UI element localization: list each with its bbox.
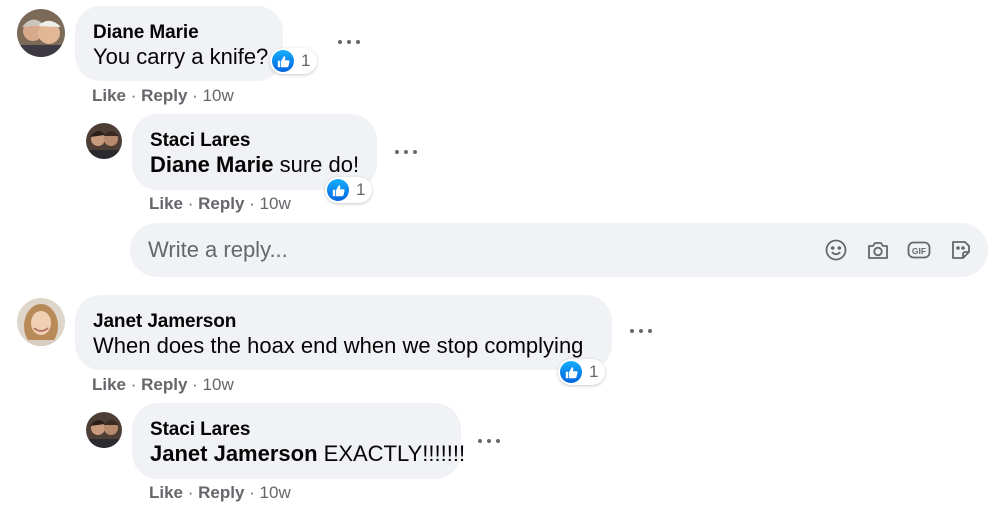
separator: · [187,375,203,394]
svg-text:GIF: GIF [912,246,926,256]
like-link[interactable]: Like [92,86,126,105]
timestamp[interactable]: 10w [203,375,234,394]
thumbs-up-icon [560,361,582,383]
avatar-staci-lares[interactable] [86,412,122,448]
timestamp[interactable]: 10w [203,86,234,105]
comment-bubble: Diane Marie You carry a knife? [75,6,283,81]
separator: · [126,86,142,105]
reply-actions: Like · Reply · 10w [149,194,291,214]
reply-actions: Like · Reply · 10w [149,483,291,503]
reply-body: sure do! [273,152,360,177]
comment-text: You carry a knife? [93,44,269,69]
reaction-count: 1 [301,51,311,70]
reaction-badge[interactable]: 1 [558,359,606,385]
timestamp[interactable]: 10w [260,483,291,502]
comment-author[interactable]: Janet Jamerson [93,311,236,333]
gif-icon[interactable]: GIF [907,238,931,262]
more-options-icon[interactable] [391,142,421,162]
comment-bubble: Janet Jamerson When does the hoax end wh… [75,295,612,370]
reaction-badge[interactable]: 1 [325,177,373,203]
separator: · [244,483,260,502]
avatar-staci-lares[interactable] [86,123,122,159]
reply-text: Janet Jamerson EXACTLY!!!!!!! [150,441,465,467]
timestamp[interactable]: 10w [260,194,291,213]
separator: · [126,375,142,394]
reply-link[interactable]: Reply [198,483,244,502]
separator: · [183,483,199,502]
comment-text: When does the hoax end when we stop comp… [93,333,584,358]
reaction-count: 1 [356,180,366,199]
more-options-icon[interactable] [474,431,504,451]
avatar-janet-jamerson[interactable] [17,298,65,346]
reply-body: EXACTLY!!!!!!! [317,441,466,466]
comment-actions: Like · Reply · 10w [92,86,234,106]
mention-link[interactable]: Diane Marie [150,152,274,177]
separator: · [244,194,260,213]
avatar-diane-marie[interactable] [17,9,65,57]
reaction-badge[interactable]: 1 [270,48,318,74]
emoji-icon[interactable] [824,238,848,262]
reply-link[interactable]: Reply [141,375,187,394]
like-link[interactable]: Like [149,483,183,502]
reply-text: Diane Marie sure do! [150,152,359,178]
comment-author[interactable]: Diane Marie [93,22,199,44]
reply-input[interactable] [148,223,798,277]
reaction-count: 1 [589,362,599,381]
reply-author[interactable]: Staci Lares [150,419,250,441]
reply-bubble: Staci Lares Janet Jamerson EXACTLY!!!!!!… [132,403,465,479]
like-link[interactable]: Like [149,194,183,213]
reply-composer: GIF [130,223,988,277]
separator: · [183,194,199,213]
reply-link[interactable]: Reply [198,194,244,213]
sticker-icon[interactable] [949,238,973,262]
like-link[interactable]: Like [92,375,126,394]
more-options-icon[interactable] [334,32,364,52]
reply-link[interactable]: Reply [141,86,187,105]
camera-icon[interactable] [866,238,890,262]
reply-author[interactable]: Staci Lares [150,130,250,152]
more-options-icon[interactable] [626,321,656,341]
thumbs-up-icon [272,50,294,72]
thumbs-up-icon [327,179,349,201]
separator: · [187,86,203,105]
mention-link[interactable]: Janet Jamerson [150,441,318,466]
comment-actions: Like · Reply · 10w [92,375,234,395]
